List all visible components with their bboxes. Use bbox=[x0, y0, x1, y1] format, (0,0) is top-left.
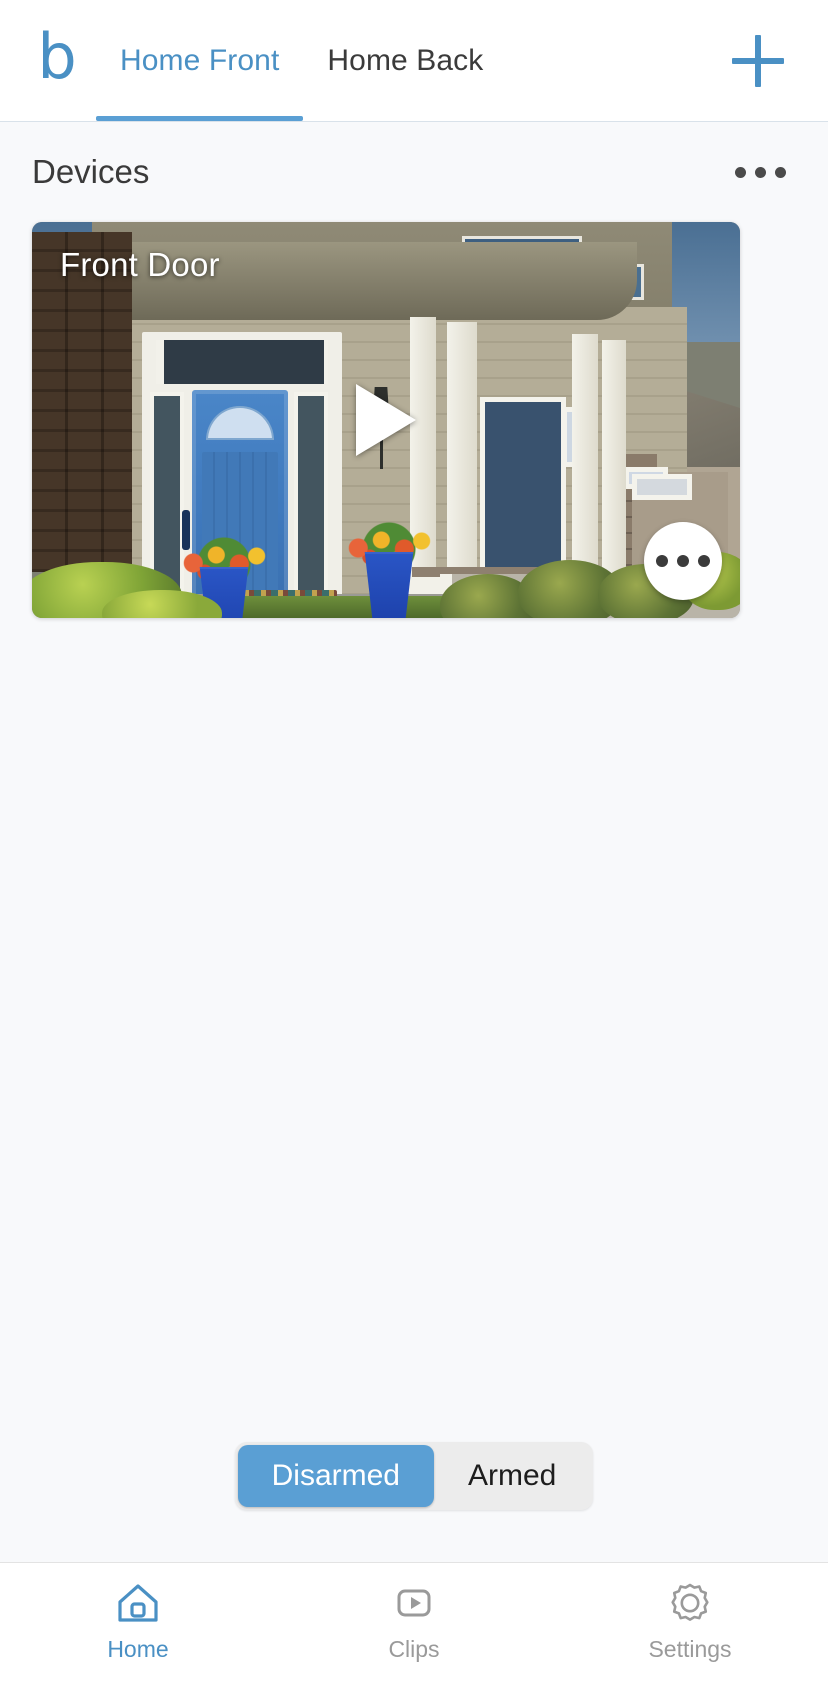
network-tabs: Home Front Home Back bbox=[96, 0, 507, 121]
segment-armed[interactable]: Armed bbox=[434, 1445, 590, 1507]
arm-control-area: Disarmed Armed bbox=[0, 1442, 828, 1562]
app-root: b Home Front Home Back Devices Front Doo… bbox=[0, 0, 828, 1690]
tab-home-back[interactable]: Home Back bbox=[303, 0, 507, 121]
arm-segmented-control: Disarmed Armed bbox=[234, 1442, 594, 1510]
camera-name-label: Front Door bbox=[60, 246, 220, 283]
nav-item-home-label: Home bbox=[107, 1636, 169, 1662]
tab-home-back-label: Home Back bbox=[327, 43, 484, 77]
nav-item-settings[interactable]: Settings bbox=[552, 1579, 828, 1663]
dot bbox=[656, 555, 668, 567]
dot bbox=[698, 555, 710, 567]
play-triangle-icon[interactable] bbox=[356, 384, 416, 456]
bottom-tab-bar: Home Clips Settings bbox=[0, 1562, 828, 1690]
camera-card-front-door[interactable]: Front Door bbox=[32, 222, 740, 618]
add-device-button[interactable] bbox=[728, 31, 788, 91]
camera-more-button[interactable] bbox=[644, 522, 722, 600]
segment-disarmed-label: Disarmed bbox=[271, 1459, 400, 1492]
dot bbox=[677, 555, 689, 567]
blink-logo: b bbox=[37, 20, 77, 94]
clips-play-icon bbox=[397, 1589, 431, 1617]
top-bar: b Home Front Home Back bbox=[0, 0, 828, 122]
ellipsis-horizontal-icon[interactable] bbox=[725, 157, 796, 188]
nav-item-clips-label: Clips bbox=[388, 1636, 440, 1662]
segment-armed-label: Armed bbox=[468, 1459, 557, 1492]
page-title: Devices bbox=[32, 153, 150, 190]
dot bbox=[775, 166, 786, 178]
tab-home-front-label: Home Front bbox=[120, 43, 280, 77]
device-list: Front Door bbox=[0, 222, 828, 618]
dot bbox=[755, 166, 766, 178]
devices-header: Devices bbox=[0, 122, 828, 222]
nav-item-clips[interactable]: Clips bbox=[276, 1579, 552, 1663]
dot bbox=[735, 166, 746, 178]
nav-item-home[interactable]: Home bbox=[0, 1579, 276, 1663]
home-icon bbox=[118, 1584, 158, 1622]
tab-home-front[interactable]: Home Front bbox=[96, 0, 304, 121]
segment-disarmed[interactable]: Disarmed bbox=[237, 1445, 434, 1507]
gear-icon bbox=[671, 1583, 709, 1621]
nav-item-settings-label: Settings bbox=[648, 1636, 732, 1662]
